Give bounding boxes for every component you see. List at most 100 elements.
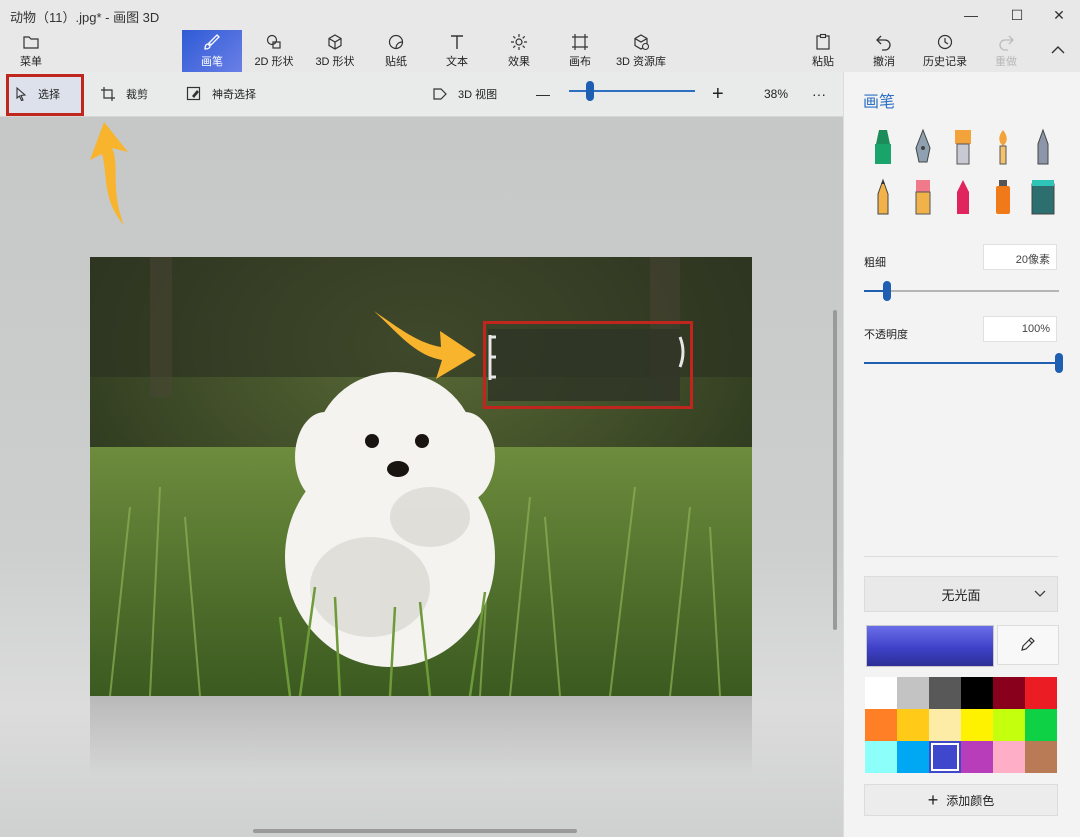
color-swatch[interactable] bbox=[865, 677, 897, 709]
3d-view-icon bbox=[432, 86, 448, 102]
minimize-button[interactable]: — bbox=[948, 0, 994, 30]
pencil-brush-icon[interactable] bbox=[1030, 128, 1056, 166]
tab-2d-shapes[interactable]: 2D 形状 bbox=[246, 30, 302, 72]
marker-brush-icon[interactable] bbox=[870, 128, 896, 166]
color-swatch[interactable] bbox=[929, 677, 961, 709]
thickness-slider-track[interactable] bbox=[864, 290, 1059, 292]
color-swatch[interactable] bbox=[929, 709, 961, 741]
zoom-in-button[interactable]: + bbox=[712, 72, 724, 116]
panel-title: 画笔 bbox=[863, 94, 896, 111]
tab-stickers[interactable]: 贴纸 bbox=[370, 30, 422, 72]
paste-label: 粘贴 bbox=[812, 56, 834, 68]
3d-shapes-icon bbox=[326, 33, 344, 51]
crop-button[interactable]: 裁剪 bbox=[100, 72, 148, 116]
color-swatch[interactable] bbox=[961, 709, 993, 741]
magic-select-button[interactable]: 神奇选择 bbox=[186, 72, 256, 116]
tab-label: 3D 形状 bbox=[315, 56, 355, 68]
annotation-arrow-text bbox=[374, 311, 476, 379]
vertical-scrollbar[interactable] bbox=[833, 310, 837, 630]
spray-can-icon[interactable] bbox=[990, 178, 1016, 216]
color-swatch[interactable] bbox=[1025, 709, 1057, 741]
magic-select-icon bbox=[186, 86, 202, 102]
tab-3d-library[interactable]: 3D 资源库 bbox=[610, 30, 672, 72]
tab-canvas[interactable]: 画布 bbox=[555, 30, 605, 72]
eraser-icon[interactable] bbox=[910, 178, 936, 216]
toolbar: 选择 裁剪 神奇选择 3D 视图 — + 38% ··· bbox=[0, 72, 843, 117]
add-color-label: 添加颜色 bbox=[946, 793, 995, 808]
history-button[interactable]: 历史记录 bbox=[918, 30, 972, 72]
tab-label: 文本 bbox=[446, 56, 468, 68]
opacity-slider-thumb[interactable] bbox=[1055, 353, 1063, 373]
undo-label: 撤消 bbox=[873, 56, 895, 68]
opacity-slider-track[interactable] bbox=[864, 362, 1059, 364]
undo-icon bbox=[875, 33, 893, 51]
select-button[interactable]: 选择 bbox=[14, 72, 60, 116]
crayon-icon[interactable] bbox=[870, 178, 896, 216]
maximize-button[interactable]: ☐ bbox=[994, 0, 1040, 30]
collapse-ribbon-button[interactable] bbox=[1040, 30, 1076, 72]
tab-effects[interactable]: 效果 bbox=[494, 30, 544, 72]
crop-label: 裁剪 bbox=[126, 89, 148, 101]
color-swatch[interactable] bbox=[961, 677, 993, 709]
panel-divider bbox=[864, 556, 1058, 557]
tab-text[interactable]: 文本 bbox=[432, 30, 482, 72]
color-swatch[interactable] bbox=[865, 741, 897, 773]
finish-value: 无光面 bbox=[941, 587, 981, 603]
tab-label: 3D 资源库 bbox=[615, 56, 667, 68]
color-swatch[interactable] bbox=[993, 677, 1025, 709]
opacity-label: 不透明度 bbox=[864, 329, 908, 341]
eyedropper-button[interactable] bbox=[997, 625, 1059, 665]
color-swatch[interactable] bbox=[929, 741, 961, 773]
opacity-input[interactable]: 100% bbox=[983, 316, 1057, 342]
thickness-input[interactable]: 20像素 bbox=[983, 244, 1057, 270]
history-label: 历史记录 bbox=[923, 56, 967, 68]
zoom-value[interactable]: 38% bbox=[764, 72, 788, 116]
color-swatch[interactable] bbox=[897, 741, 929, 773]
color-swatch[interactable] bbox=[993, 709, 1025, 741]
brush-icon bbox=[203, 33, 221, 51]
eyedropper-icon bbox=[1020, 636, 1036, 655]
watercolor-brush-icon[interactable] bbox=[990, 128, 1016, 166]
history-icon bbox=[936, 33, 954, 51]
2d-shapes-icon bbox=[265, 33, 283, 51]
calligraphy-pen-icon[interactable] bbox=[910, 128, 936, 166]
menu-button[interactable]: 菜单 bbox=[8, 30, 54, 72]
more-options-button[interactable]: ··· bbox=[812, 72, 826, 116]
undo-button[interactable]: 撤消 bbox=[862, 30, 906, 72]
redo-button[interactable]: 重做 bbox=[984, 30, 1028, 72]
folder-icon bbox=[23, 33, 39, 51]
color-swatch[interactable] bbox=[993, 741, 1025, 773]
tab-brushes[interactable]: 画笔 bbox=[182, 30, 242, 72]
current-color-swatch[interactable] bbox=[866, 625, 994, 667]
horizontal-scrollbar[interactable] bbox=[253, 829, 577, 833]
color-swatch[interactable] bbox=[897, 709, 929, 741]
color-swatch[interactable] bbox=[1025, 677, 1057, 709]
paste-icon bbox=[814, 33, 832, 51]
canvas-icon bbox=[571, 33, 589, 51]
color-swatch[interactable] bbox=[897, 677, 929, 709]
3d-view-button[interactable]: 3D 视图 bbox=[432, 72, 497, 116]
oil-brush-icon[interactable] bbox=[950, 128, 976, 166]
pixel-pen-icon[interactable] bbox=[950, 178, 976, 216]
3d-library-icon bbox=[632, 33, 650, 51]
annotation-arrow-select bbox=[90, 122, 128, 225]
zoom-slider-thumb[interactable] bbox=[586, 81, 595, 101]
add-color-button[interactable]: + 添加颜色 bbox=[864, 784, 1058, 816]
zoom-out-button[interactable]: — bbox=[536, 72, 550, 116]
select-label: 选择 bbox=[38, 89, 60, 101]
color-swatch[interactable] bbox=[1025, 741, 1057, 773]
tab-label: 2D 形状 bbox=[254, 56, 294, 68]
color-swatch[interactable] bbox=[865, 709, 897, 741]
tab-3d-shapes[interactable]: 3D 形状 bbox=[307, 30, 363, 72]
menu-label: 菜单 bbox=[20, 56, 42, 68]
tab-label: 画布 bbox=[569, 56, 591, 68]
paste-button[interactable]: 粘贴 bbox=[800, 30, 846, 72]
crop-icon bbox=[100, 86, 116, 102]
fill-bucket-icon[interactable] bbox=[1030, 178, 1056, 216]
finish-dropdown[interactable]: 无光面 bbox=[864, 576, 1058, 612]
color-swatch[interactable] bbox=[961, 741, 993, 773]
3d-view-label: 3D 视图 bbox=[458, 89, 498, 101]
thickness-slider-thumb[interactable] bbox=[883, 281, 892, 301]
effects-icon bbox=[510, 33, 528, 51]
close-button[interactable]: ✕ bbox=[1036, 0, 1080, 30]
